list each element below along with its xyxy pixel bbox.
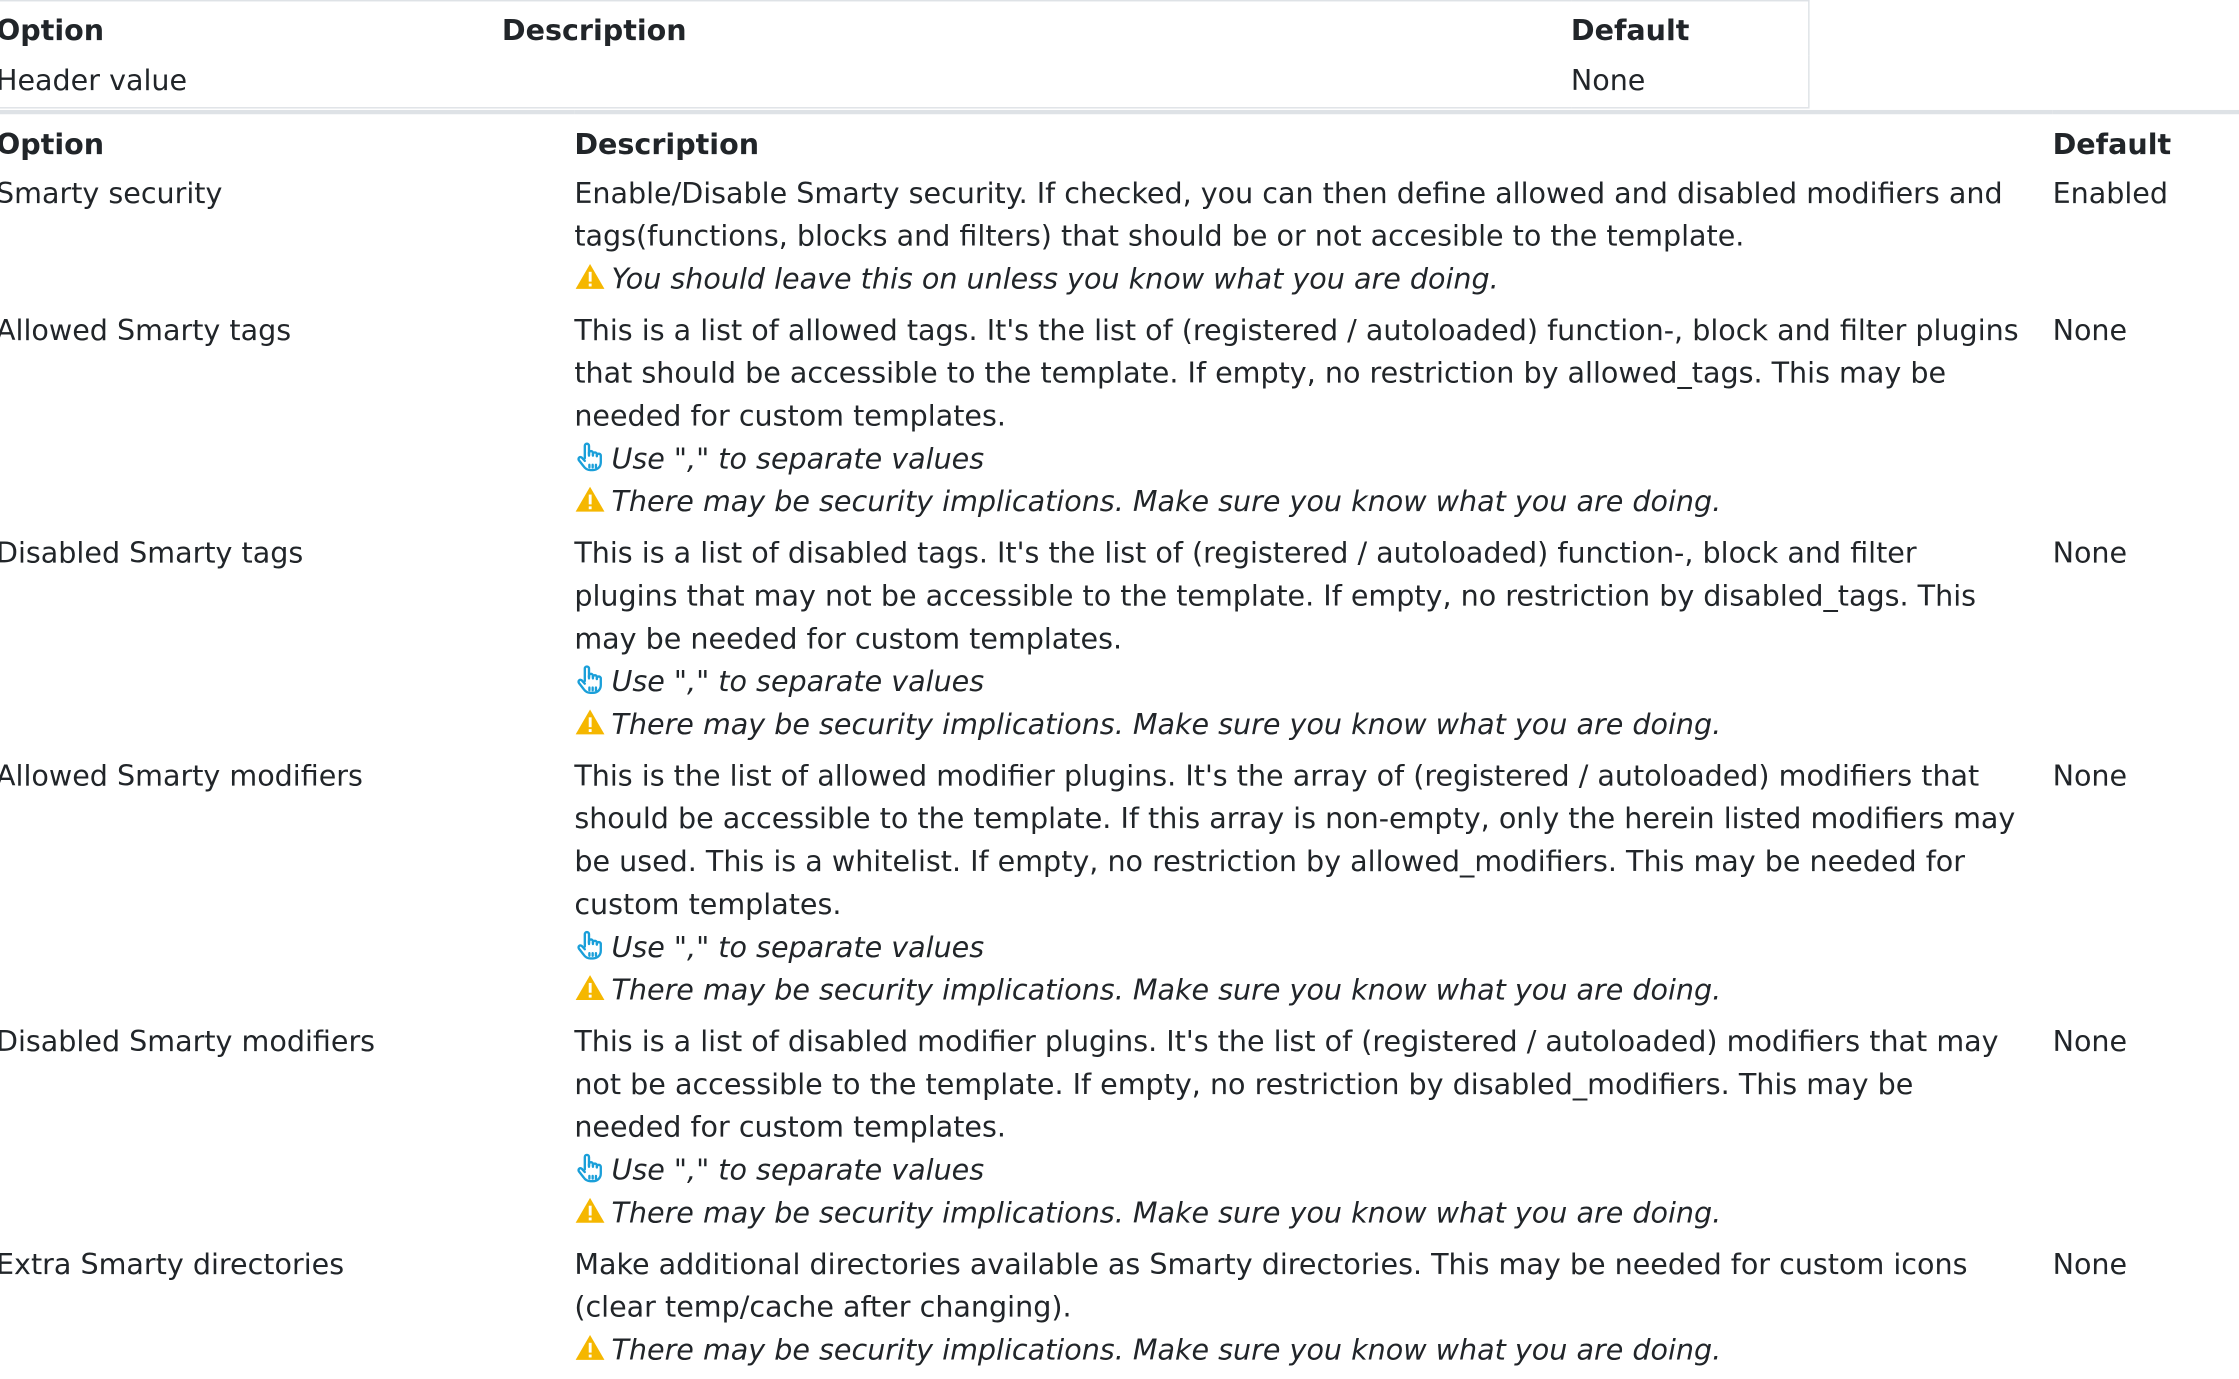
smarty-options-table: Option Description Default Smarty securi… xyxy=(0,109,2239,1379)
warning-note: There may be security implications. Make… xyxy=(574,703,2027,746)
warning-triangle-icon xyxy=(574,972,605,1003)
pointing-hand-icon xyxy=(574,1152,605,1183)
pointing-hand-icon xyxy=(574,930,605,961)
warning-triangle-icon xyxy=(574,484,605,515)
warning-text: There may be security implications. Make… xyxy=(611,706,1722,742)
page: Option Description Default Header value … xyxy=(0,0,2239,1367)
warning-text: You should leave this on unless you know… xyxy=(611,261,1499,296)
column-header-default: Default xyxy=(1570,12,1690,48)
warning-text: There may be security implications. Make… xyxy=(611,1332,1722,1367)
option-name: Disabled Smarty modifiers xyxy=(0,1023,376,1059)
option-default: None xyxy=(2052,312,2128,348)
option-name: Smarty security xyxy=(0,175,223,210)
warning-triangle-icon xyxy=(574,261,605,292)
warning-note: There may be security implications. Make… xyxy=(574,1328,2027,1371)
option-default: None xyxy=(2052,535,2128,570)
table-row: Smarty security Enable/Disable Smarty sec… xyxy=(0,171,2239,308)
warning-note: There may be security implications. Make… xyxy=(574,480,2027,523)
option-description: This is a list of allowed tags. It's the… xyxy=(574,312,2019,433)
option-default: None xyxy=(2052,1023,2128,1059)
option-description: This is a list of disabled modifier plug… xyxy=(574,1023,1999,1144)
table-header-row: Option Description Default xyxy=(0,112,2239,171)
tip-note: Use "," to separate values xyxy=(574,437,2027,480)
option-description-cell: This is the list of allowed modifier plu… xyxy=(574,754,2052,1020)
column-header-option: Option xyxy=(0,127,105,162)
pointing-hand-icon xyxy=(574,441,605,472)
warning-triangle-icon xyxy=(574,1332,605,1363)
tip-text: Use "," to separate values xyxy=(611,441,985,476)
table-row: Allowed Smarty tags This is a list of all… xyxy=(0,308,2239,531)
pointing-hand-icon xyxy=(574,664,605,695)
tip-text: Use "," to separate values xyxy=(611,664,985,699)
warning-note: You should leave this on unless you know… xyxy=(574,257,2027,300)
column-header-description: Description xyxy=(574,127,760,162)
warning-note: There may be security implications. Make… xyxy=(574,968,2027,1011)
tip-note: Use "," to separate values xyxy=(574,925,2027,968)
tip-note: Use "," to separate values xyxy=(574,1148,2027,1191)
option-default: None xyxy=(2052,1246,2128,1281)
column-header-description: Description xyxy=(501,12,687,48)
table-row: Allowed Smarty modifiers This is the list… xyxy=(0,754,2239,1020)
option-name: Disabled Smarty tags xyxy=(0,535,304,570)
option-description xyxy=(501,55,1571,109)
option-description: This is a list of disabled tags. It's th… xyxy=(574,535,1977,656)
option-name: Allowed Smarty tags xyxy=(0,312,292,348)
column-header-option: Option xyxy=(0,12,105,48)
option-description: Make additional directories available as… xyxy=(574,1246,1968,1324)
tip-note: Use "," to separate values xyxy=(574,660,2027,703)
table-row: Header value None xyxy=(0,55,1809,109)
option-description-cell: This is a list of disabled modifier plug… xyxy=(574,1020,2052,1243)
option-description-cell: Enable/Disable Smarty security. If check… xyxy=(574,171,2052,308)
option-description-cell: This is a list of disabled tags. It's th… xyxy=(574,531,2052,754)
warning-text: There may be security implications. Make… xyxy=(611,972,1722,1007)
warning-text: There may be security implications. Make… xyxy=(611,484,1722,519)
tip-text: Use "," to separate values xyxy=(611,1152,985,1187)
warning-triangle-icon xyxy=(574,707,605,738)
header-options-table: Option Description Default Header value … xyxy=(0,0,1810,109)
table-row: Disabled Smarty tags This is a list of di… xyxy=(0,531,2239,754)
option-default: None xyxy=(2052,758,2128,793)
option-name: Header value xyxy=(0,55,502,109)
tip-text: Use "," to separate values xyxy=(611,929,985,964)
warning-text: There may be security implications. Make… xyxy=(611,1195,1722,1230)
option-description-cell: This is a list of allowed tags. It's the… xyxy=(574,308,2052,531)
column-header-default: Default xyxy=(2052,127,2172,162)
warning-triangle-icon xyxy=(574,1195,605,1226)
option-name: Extra Smarty directories xyxy=(0,1246,345,1281)
option-description: This is the list of allowed modifier plu… xyxy=(574,758,2016,922)
option-description: Enable/Disable Smarty security. If check… xyxy=(574,175,2003,253)
table-header-row: Option Description Default xyxy=(0,1,1809,56)
option-name: Allowed Smarty modifiers xyxy=(0,758,363,793)
table-row: Disabled Smarty modifiers This is a list … xyxy=(0,1020,2239,1243)
warning-note: There may be security implications. Make… xyxy=(574,1191,2027,1234)
option-default: None xyxy=(1570,55,1809,109)
option-description-cell: Make additional directories available as… xyxy=(574,1242,2052,1379)
option-default: Enabled xyxy=(2052,175,2169,210)
table-row: Extra Smarty directories Make additional … xyxy=(0,1242,2239,1379)
